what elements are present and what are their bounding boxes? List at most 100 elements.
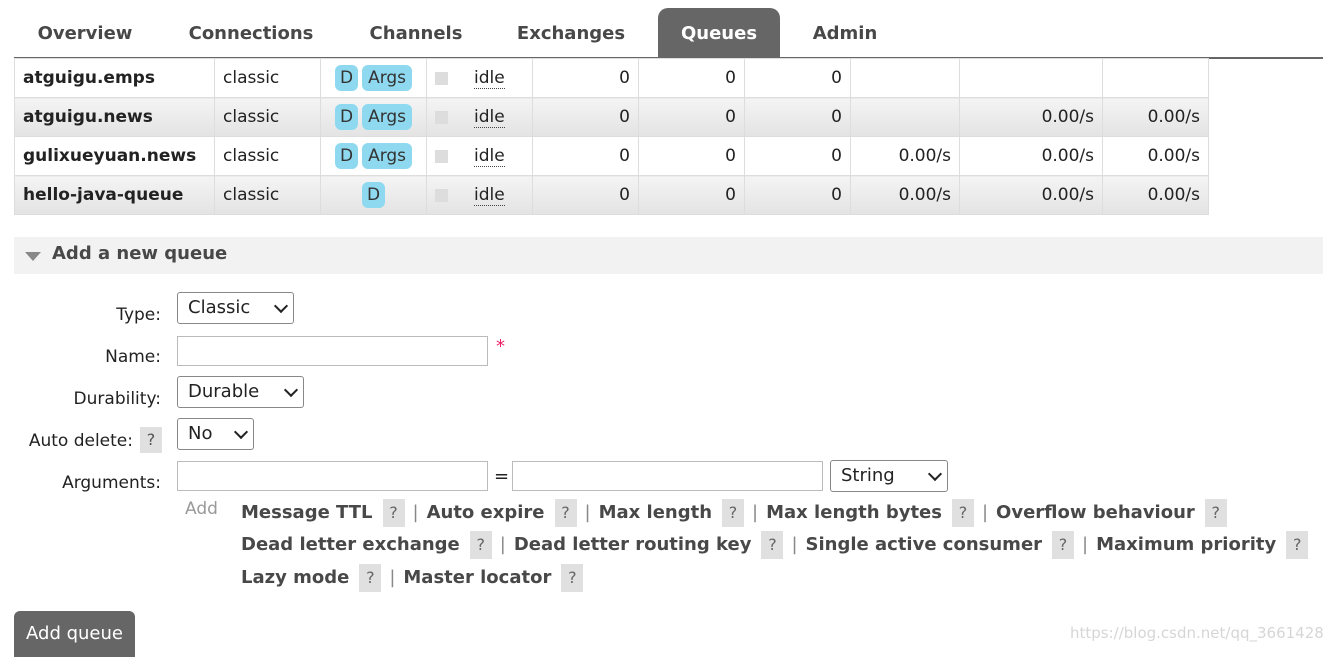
rate-ack: 0.00/s — [1102, 136, 1209, 176]
arg-shortcut-dead-letter-exchange[interactable]: Dead letter exchange — [241, 534, 460, 555]
durability-select[interactable]: Durable — [177, 376, 304, 408]
arg-shortcut-overflow-behaviour[interactable]: Overflow behaviour — [996, 502, 1195, 523]
messages-total: 0 — [744, 58, 851, 98]
help-icon[interactable]: ? — [469, 531, 492, 559]
add-queue-section-header[interactable]: Add a new queue — [14, 237, 1323, 274]
queue-features: D Args — [320, 136, 427, 176]
arg-shortcut-single-active-consumer[interactable]: Single active consumer — [806, 534, 1043, 555]
queue-state: idle — [426, 58, 533, 98]
queue-type: classic — [214, 136, 321, 176]
separator: | — [1082, 534, 1089, 555]
arg-shortcut-auto-expire[interactable]: Auto expire — [427, 502, 545, 523]
state-text: idle — [474, 146, 505, 167]
type-select[interactable]: Classic — [177, 292, 294, 324]
chevron-down-icon — [927, 466, 943, 482]
arg-shortcut-max-length[interactable]: Max length — [599, 502, 712, 523]
chevron-down-icon — [233, 424, 249, 440]
rate-deliver: 0.00/s — [959, 136, 1103, 176]
tab-admin[interactable]: Admin — [802, 8, 888, 57]
help-icon[interactable]: ? — [382, 499, 405, 527]
rate-ack: 0.00/s — [1102, 175, 1209, 215]
table-row: hello-java-queue classic Didle 0 0 0 0.00/s 0.0… — [14, 175, 1209, 215]
feature-badge-args[interactable]: Args — [362, 143, 413, 169]
feature-badge-d[interactable]: D — [361, 182, 386, 208]
queue-name-link[interactable]: atguigu.news — [14, 97, 215, 137]
add-queue-button[interactable]: Add queue — [14, 611, 135, 657]
help-icon[interactable]: ? — [554, 499, 577, 527]
queues-table: atguigu.emps classic D Args idle 0 0 0 atguigu.n… — [14, 58, 1209, 215]
tab-exchanges[interactable]: Exchanges — [508, 8, 634, 57]
queue-features: D — [320, 175, 427, 215]
table-row: atguigu.emps classic D Args idle 0 0 0 — [14, 58, 1209, 98]
state-text: idle — [474, 185, 505, 206]
arg-shortcut-message-ttl[interactable]: Message TTL — [241, 502, 373, 523]
queue-name-link[interactable]: atguigu.emps — [14, 58, 215, 98]
argument-shortcuts-row-2: Dead letter exchange? | Dead letter routin… — [241, 531, 1309, 559]
state-square-icon — [435, 71, 448, 85]
messages-unacked: 0 — [638, 136, 745, 176]
arg-shortcut-dead-letter-routing-key[interactable]: Dead letter routing key — [514, 534, 752, 555]
argument-shortcuts-row-3: Lazy mode? | Master locator? — [241, 564, 584, 592]
arg-shortcut-maximum-priority[interactable]: Maximum priority — [1096, 534, 1276, 555]
argument-shortcuts-row-1: Message TTL? | Auto expire? | Max length? | Ma… — [241, 499, 1227, 527]
feature-badge-args[interactable]: Args — [362, 104, 413, 130]
help-icon[interactable]: ? — [1286, 531, 1309, 559]
rate-incoming: 0.00/s — [850, 136, 960, 176]
separator: | — [499, 534, 506, 555]
collapse-triangle-icon — [25, 252, 41, 261]
required-marker: * — [496, 336, 505, 357]
tab-connections[interactable]: Connections — [178, 8, 324, 57]
queue-state: idle — [426, 175, 533, 215]
help-icon[interactable]: ? — [722, 499, 745, 527]
help-icon[interactable]: ? — [359, 564, 382, 592]
separator: | — [791, 534, 798, 555]
feature-badge-d[interactable]: D — [334, 65, 359, 91]
queue-state: idle — [426, 136, 533, 176]
feature-badge-d[interactable]: D — [334, 104, 359, 130]
rate-incoming — [850, 97, 960, 137]
main-nav: Overview Connections Channels Exchanges … — [14, 8, 1323, 59]
state-square-icon — [435, 188, 448, 202]
help-icon[interactable]: ? — [561, 564, 584, 592]
rate-incoming — [850, 58, 960, 98]
help-icon[interactable]: ? — [951, 499, 974, 527]
queue-name-link[interactable]: gulixueyuan.news — [14, 136, 215, 176]
rate-deliver: 0.00/s — [959, 97, 1103, 137]
state-square-icon — [435, 110, 448, 124]
rate-ack: 0.00/s — [1102, 97, 1209, 137]
argument-type-select[interactable]: String — [830, 460, 948, 492]
queue-type: classic — [214, 97, 321, 137]
tab-channels[interactable]: Channels — [356, 8, 476, 57]
help-icon[interactable]: ? — [1052, 531, 1075, 559]
messages-total: 0 — [744, 136, 851, 176]
separator: | — [389, 567, 396, 588]
auto-delete-select[interactable]: No — [177, 418, 254, 450]
arg-shortcut-max-length-bytes[interactable]: Max length bytes — [766, 502, 942, 523]
auto-delete-help-icon[interactable]: ? — [140, 427, 162, 453]
tab-overview[interactable]: Overview — [14, 8, 156, 57]
queue-name-input[interactable] — [177, 336, 488, 366]
watermark: https://blog.csdn.net/qq_36614280 — [1070, 624, 1323, 642]
messages-ready: 0 — [532, 58, 639, 98]
add-argument-link[interactable]: Add — [185, 499, 218, 519]
separator: | — [584, 502, 591, 523]
tab-queues[interactable]: Queues — [658, 8, 780, 57]
state-square-icon — [435, 149, 448, 163]
help-icon[interactable]: ? — [761, 531, 784, 559]
messages-unacked: 0 — [638, 97, 745, 137]
rate-deliver: 0.00/s — [959, 175, 1103, 215]
queue-name-link[interactable]: hello-java-queue — [14, 175, 215, 215]
feature-badge-d[interactable]: D — [334, 143, 359, 169]
arg-shortcut-lazy-mode[interactable]: Lazy mode — [241, 567, 349, 588]
messages-unacked: 0 — [638, 175, 745, 215]
argument-key-input[interactable] — [177, 461, 488, 491]
arg-shortcut-master-locator[interactable]: Master locator — [403, 567, 551, 588]
separator: | — [752, 502, 759, 523]
argument-value-input[interactable] — [512, 461, 823, 491]
type-select-value: Classic — [188, 297, 251, 318]
rate-ack — [1102, 58, 1209, 98]
queue-type: classic — [214, 58, 321, 98]
feature-badge-args[interactable]: Args — [362, 65, 413, 91]
arguments-label: Arguments: — [62, 473, 161, 493]
help-icon[interactable]: ? — [1204, 499, 1227, 527]
